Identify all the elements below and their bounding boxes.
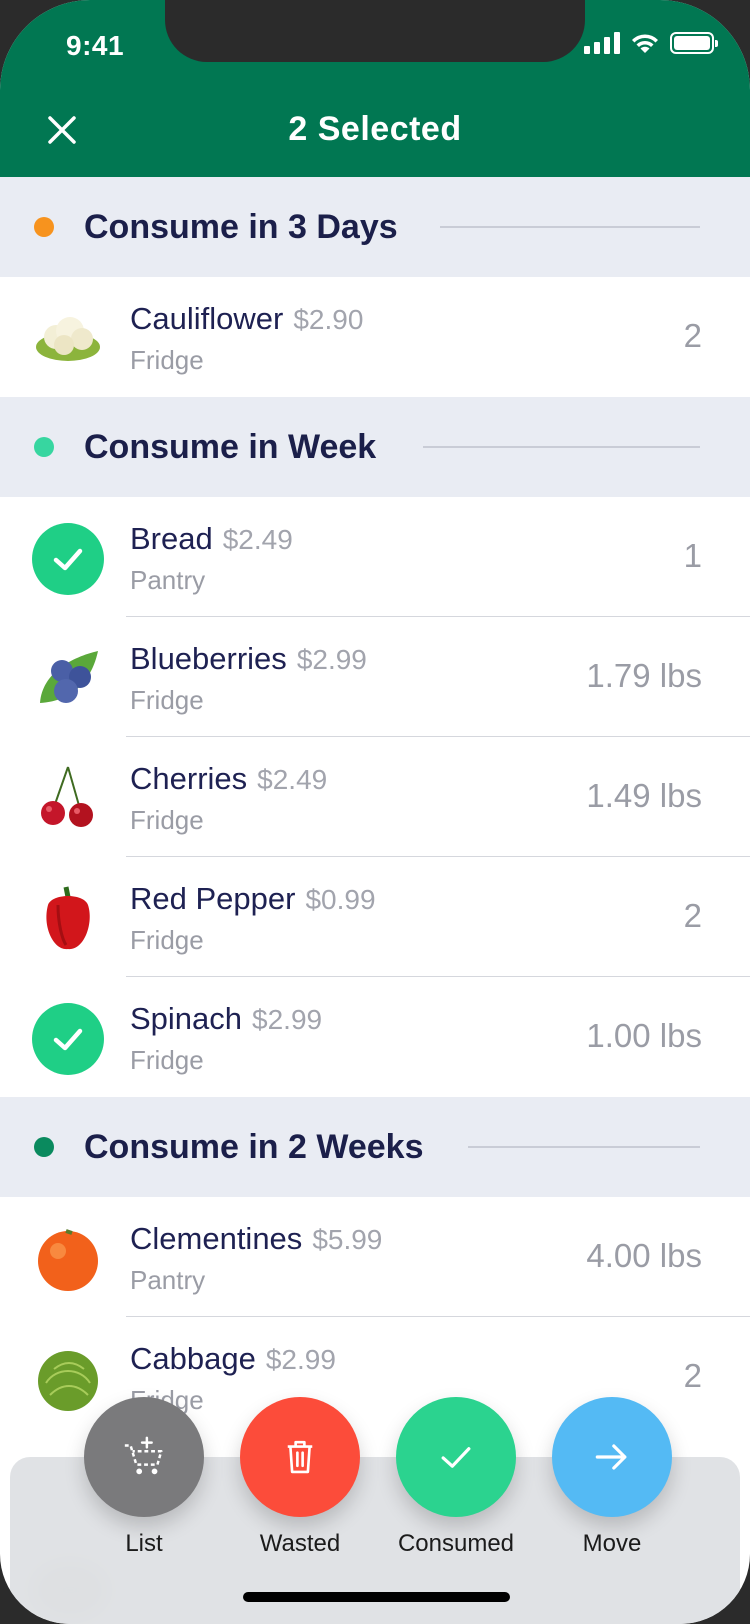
section-title: Consume in Week [84, 427, 377, 466]
cherries-icon [32, 763, 104, 835]
item-price: $2.90 [293, 304, 364, 335]
move-button[interactable] [552, 1397, 672, 1517]
item-quantity: 1.00 lbs [586, 1017, 702, 1054]
list-item[interactable]: Spinach $2.99 Fridge 1.00 lbs [0, 977, 750, 1097]
wasted-label: Wasted [259, 1530, 341, 1557]
item-quantity: 1.49 lbs [586, 777, 702, 814]
status-icons [584, 32, 718, 54]
section-title: Consume in 3 Days [84, 207, 398, 246]
list-item[interactable]: Bread $2.49 Pantry 1 [0, 497, 750, 617]
item-name: Cabbage $2.99 [130, 1341, 336, 1377]
item-name: Blueberries $2.99 [130, 641, 367, 677]
section-rule [468, 1146, 700, 1148]
list-item[interactable]: Clementines $5.99 Pantry 4.00 lbs [0, 1197, 750, 1317]
item-price: $2.99 [296, 644, 367, 675]
item-location: Pantry [130, 565, 206, 595]
item-location: Fridge [130, 1045, 204, 1075]
phone-screen: 9:41 2 Selected Consume in 3 Days Caulifl… [0, 0, 750, 1624]
item-name: Cauliflower $2.90 [130, 301, 363, 337]
item-name: Red Pepper $0.99 [130, 881, 376, 917]
item-location: Fridge [130, 805, 204, 835]
list-item[interactable]: Red Pepper $0.99 Fridge 2 [0, 857, 750, 977]
section-header: Consume in 3 Days [0, 177, 750, 277]
arrow-right-icon [595, 1444, 627, 1470]
item-quantity: 2 [683, 897, 702, 934]
item-location: Fridge [130, 685, 204, 715]
blueberries-icon [32, 643, 104, 715]
checkmark-icon [441, 1447, 471, 1468]
move-label: Move [582, 1530, 642, 1557]
item-name-text: Spinach [130, 1001, 243, 1036]
wifi-icon [632, 34, 658, 53]
item-name-text: Bread [130, 521, 213, 556]
item-price: $2.99 [252, 1004, 323, 1035]
list-item[interactable]: Cherries $2.49 Fridge 1.49 lbs [0, 737, 750, 857]
item-price: $5.99 [312, 1224, 383, 1255]
cellular-signal-icon [584, 32, 620, 54]
consumed-label: Consumed [397, 1530, 515, 1557]
item-name-text: Cauliflower [130, 301, 284, 336]
item-name: Spinach $2.99 [130, 1001, 322, 1037]
item-name: Bread $2.49 [130, 521, 293, 557]
item-quantity: 2 [683, 317, 702, 354]
consumed-button[interactable] [396, 1397, 516, 1517]
battery-icon [670, 32, 718, 54]
section-title: Consume in 2 Weeks [84, 1127, 424, 1166]
item-location: Fridge [130, 345, 204, 375]
item-quantity: 1 [683, 537, 702, 574]
item-quantity: 4.00 lbs [586, 1237, 702, 1274]
item-price: $2.49 [257, 764, 328, 795]
item-name-text: Cherries [130, 761, 248, 796]
section-dot [34, 217, 54, 237]
item-name: Clementines $5.99 [130, 1221, 382, 1257]
item-price: $0.99 [305, 884, 376, 915]
item-list: Consume in 3 Days Cauliflower $2.90 Fridge 2… [0, 177, 750, 1437]
cabbage-icon [32, 1343, 104, 1415]
section-header: Consume in 2 Weeks [0, 1097, 750, 1197]
item-location: Fridge [130, 925, 204, 955]
section-header: Consume in Week [0, 397, 750, 497]
selected-check-icon[interactable] [32, 1003, 104, 1075]
item-quantity: 1.79 lbs [586, 657, 702, 694]
clementine-icon [32, 1223, 104, 1295]
device-notch [165, 0, 585, 62]
item-price: $2.49 [222, 524, 293, 555]
page-title: 2 Selected [288, 110, 462, 148]
item-price: $2.99 [265, 1344, 336, 1375]
list-label: List [125, 1530, 163, 1557]
section-dot [34, 437, 54, 457]
list-item[interactable]: Blueberries $2.99 Fridge 1.79 lbs [0, 617, 750, 737]
item-name-text: Red Pepper [130, 881, 296, 916]
item-location: Pantry [130, 1265, 206, 1295]
red-pepper-icon [32, 883, 104, 955]
item-name-text: Cabbage [130, 1341, 256, 1376]
item-name-text: Blueberries [130, 641, 287, 676]
add-to-cart-icon [124, 1436, 163, 1475]
list-item[interactable]: Cauliflower $2.90 Fridge 2 [0, 277, 750, 397]
selected-check-icon[interactable] [32, 523, 104, 595]
wasted-button[interactable] [240, 1397, 360, 1517]
section-rule [440, 226, 700, 228]
section-dot [34, 1137, 54, 1157]
trash-icon [287, 1440, 313, 1474]
home-indicator [243, 1592, 510, 1602]
status-time: 9:41 [66, 30, 125, 61]
item-quantity: 2 [683, 1357, 702, 1394]
item-name: Cherries $2.49 [130, 761, 327, 797]
item-name-text: Clementines [130, 1221, 303, 1256]
cauliflower-icon [32, 303, 104, 375]
section-rule [423, 446, 700, 448]
list-button[interactable] [84, 1397, 204, 1517]
